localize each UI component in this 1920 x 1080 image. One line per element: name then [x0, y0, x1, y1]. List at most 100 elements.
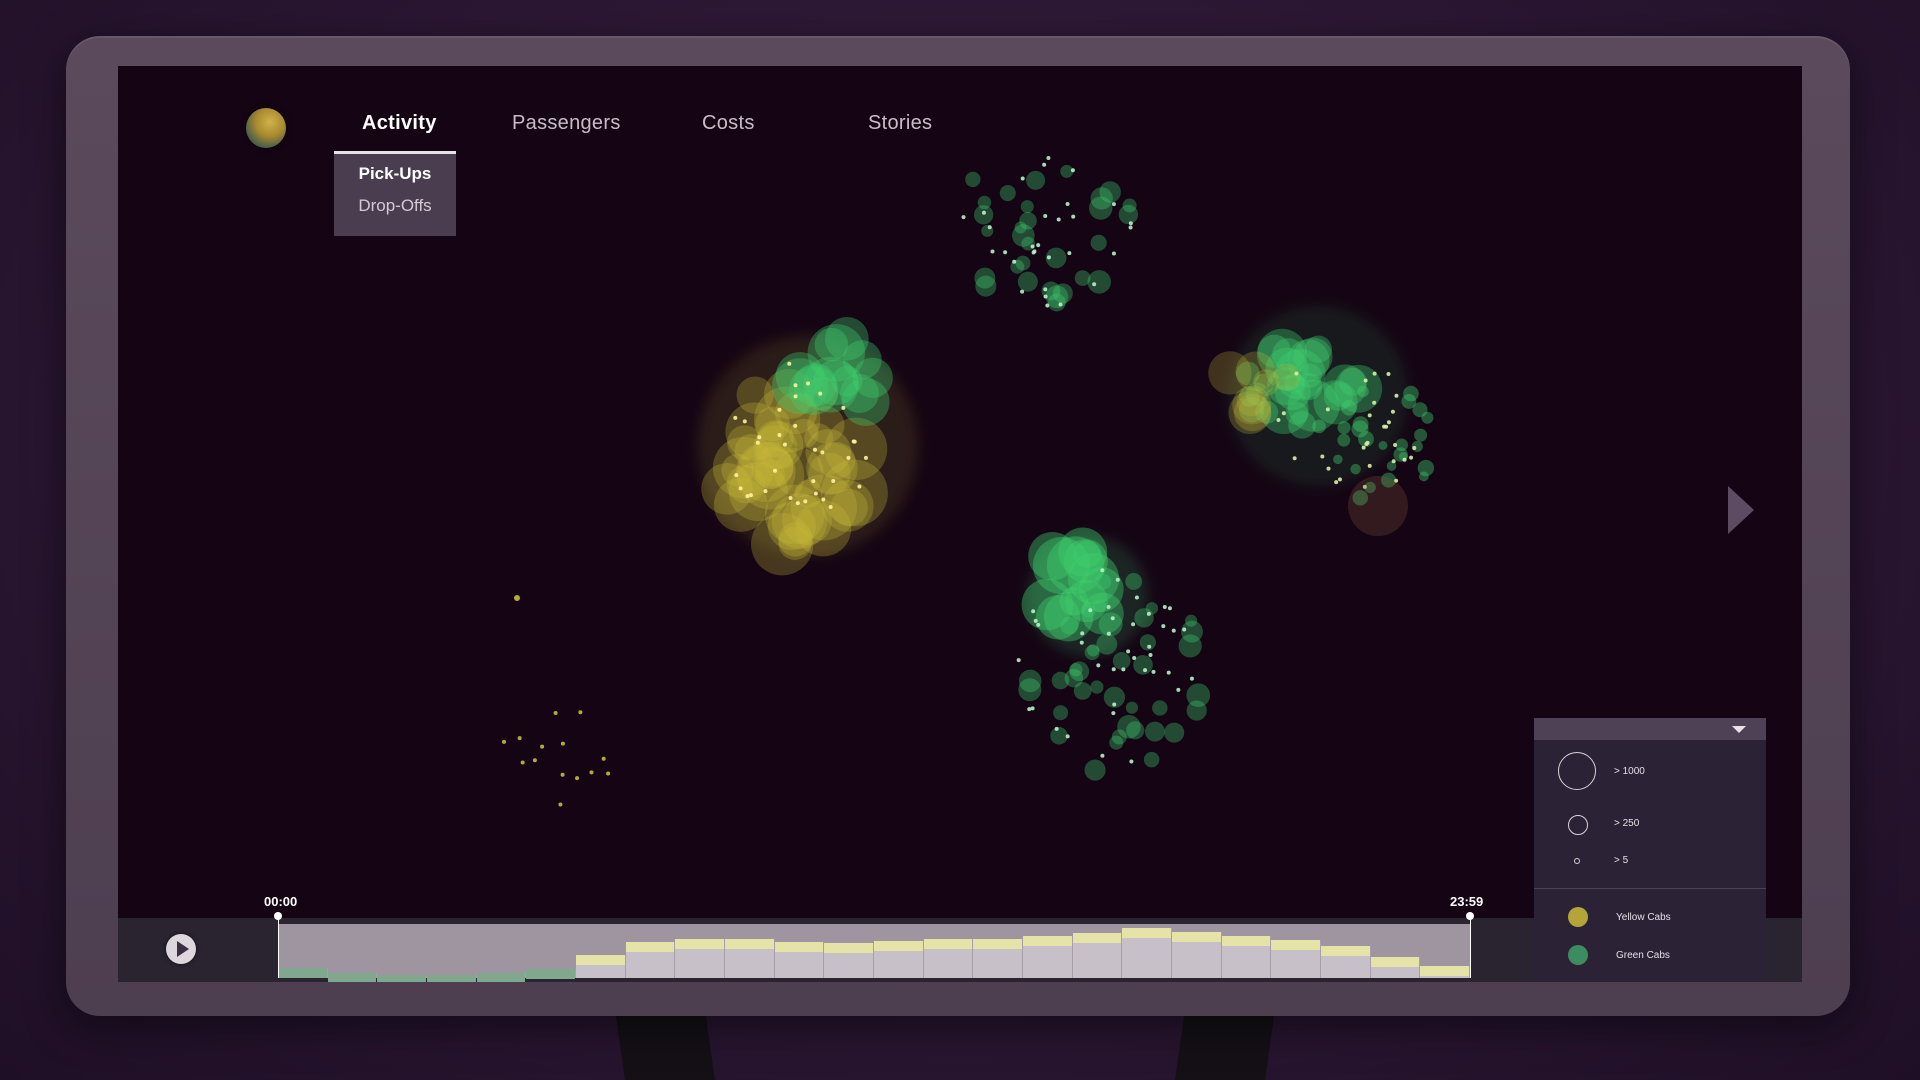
activity-dot: [1292, 456, 1297, 461]
green-cab-bubble: [1181, 620, 1203, 643]
histogram-bar: [1172, 931, 1222, 978]
chevron-down-icon[interactable]: [1732, 726, 1746, 733]
histogram-bar: [1321, 945, 1371, 978]
activity-dot: [558, 802, 563, 807]
next-arrow-icon[interactable]: [1728, 486, 1754, 534]
activity-dot: [777, 407, 782, 412]
histogram-bar-cap: [675, 939, 724, 950]
green-cab-bubble: [1125, 573, 1143, 590]
top-nav: Activity Passengers Costs Stories: [118, 66, 1802, 156]
activity-dot: [1161, 624, 1166, 629]
legend-green-cabs-label: Green Cabs: [1616, 950, 1670, 961]
activity-dot: [1012, 259, 1017, 264]
timeline-start-label: 00:00: [264, 894, 298, 909]
activity-dot: [517, 736, 522, 741]
activity-dot: [1030, 244, 1035, 249]
activity-dot: [806, 381, 811, 386]
histogram-bar: [774, 942, 825, 978]
activity-dot: [1042, 162, 1047, 167]
timeline-start-line: [278, 916, 279, 978]
histogram-bar: [427, 974, 477, 982]
activity-dot: [560, 772, 565, 777]
green-cab-bubble: [841, 378, 890, 426]
tab-passengers[interactable]: Passengers: [512, 112, 621, 135]
green-cab-bubble: [1060, 616, 1079, 635]
activity-dot: [1167, 606, 1172, 611]
activity-dot: [1033, 618, 1038, 623]
green-cab-bubble: [1050, 727, 1068, 745]
activity-dot: [1031, 609, 1036, 614]
green-cab-bubble: [1412, 402, 1428, 418]
activity-dot: [793, 383, 798, 388]
activity-dot: [1111, 667, 1116, 672]
histogram-bar-cap: [824, 943, 873, 954]
histogram-bar-cap: [1321, 945, 1370, 956]
activity-dot: [1030, 706, 1035, 711]
activity-dot: [1020, 176, 1025, 181]
activity-dot: [1080, 631, 1085, 636]
activity-dot: [1176, 687, 1181, 692]
activity-dot: [811, 479, 816, 484]
activity-dot: [1106, 605, 1111, 610]
activity-dot: [1361, 445, 1366, 450]
green-cab-bubble: [1073, 682, 1092, 700]
green-cab-bubble: [1015, 255, 1031, 271]
play-button[interactable]: [166, 934, 196, 964]
activity-dot: [1166, 670, 1171, 675]
tab-stories[interactable]: Stories: [868, 112, 932, 135]
activity-dot: [846, 455, 851, 460]
activity-dot: [818, 391, 823, 396]
activity-dot: [857, 484, 862, 489]
green-cab-bubble: [1417, 459, 1435, 477]
activity-histogram[interactable]: [278, 924, 1470, 982]
activity-dot: [831, 479, 836, 484]
timeline-end-label: 23:59: [1450, 894, 1484, 909]
tab-costs[interactable]: Costs: [702, 112, 755, 135]
green-cab-bubble: [1090, 187, 1113, 210]
histogram-bar: [1221, 935, 1272, 978]
activity-dot: [803, 499, 808, 504]
activity-dot: [777, 433, 782, 438]
activity-dot: [1111, 711, 1116, 716]
legend-size-small-icon: [1574, 858, 1580, 864]
activity-dot: [1096, 663, 1101, 668]
green-cab-bubble: [1026, 170, 1046, 190]
activity-dot: [961, 215, 966, 220]
activity-dot: [532, 758, 537, 763]
tab-activity[interactable]: Activity: [362, 112, 437, 135]
activity-dot: [1045, 303, 1050, 308]
legend-header[interactable]: [1534, 718, 1766, 740]
yellow-cab-bubble: [1273, 363, 1301, 391]
histogram-bar-cap: [625, 942, 675, 953]
submenu-drop-offs[interactable]: Drop-Offs: [334, 186, 456, 218]
activity-dot: [1126, 649, 1131, 654]
green-cab-bubble: [1017, 271, 1038, 292]
activity-dot: [1046, 156, 1051, 161]
histogram-bar: [327, 972, 378, 982]
activity-dot: [1100, 568, 1105, 573]
monitor-stand-left: [615, 1010, 715, 1080]
activity-dot: [1326, 466, 1331, 471]
histogram-bar: [476, 972, 527, 982]
histogram-bar: [824, 943, 874, 978]
activity-dot: [852, 439, 857, 444]
activity-dot: [1146, 611, 1151, 616]
activity-dot: [1189, 676, 1194, 681]
activity-dot: [812, 447, 817, 452]
activity-dot: [553, 710, 558, 715]
activity-dot: [793, 423, 798, 428]
activity-dot: [1043, 213, 1048, 218]
green-cab-bubble: [1069, 661, 1090, 682]
green-cab-bubble: [825, 316, 869, 361]
green-cab-bubble: [1090, 680, 1104, 694]
green-cab-bubble: [1020, 200, 1034, 214]
activity-dot: [981, 210, 986, 215]
histogram-bar: [278, 968, 328, 979]
activity-dot: [738, 486, 743, 491]
submenu-pick-ups[interactable]: Pick-Ups: [334, 154, 456, 186]
green-cab-bubble: [1414, 428, 1428, 442]
activity-dot: [821, 497, 826, 502]
activity-dot: [1132, 656, 1137, 661]
green-cab-bubble: [1143, 751, 1160, 768]
play-icon: [177, 941, 189, 957]
